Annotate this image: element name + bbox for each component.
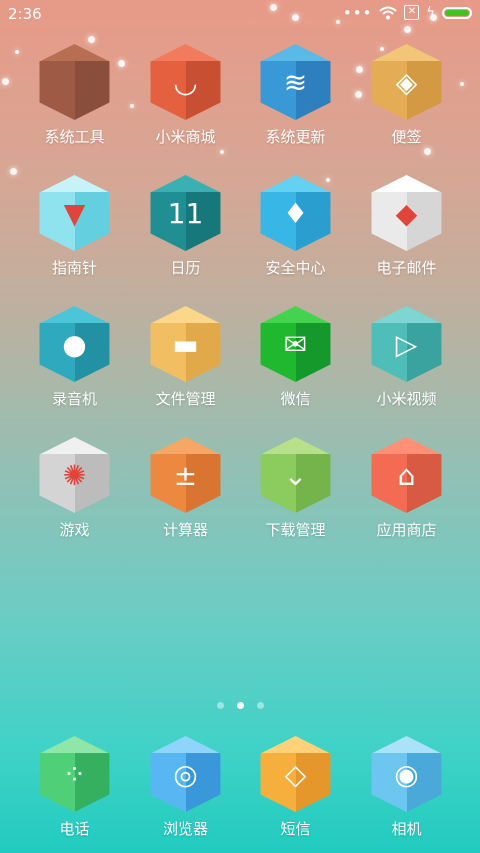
app-label: 录音机 [51, 390, 97, 408]
download-icon: ⌄ [260, 437, 331, 513]
app-sms[interactable]: ◇ 短信 [240, 732, 351, 852]
app-label: 短信 [280, 820, 311, 838]
calendar-icon: 11 [150, 175, 221, 251]
app-notes[interactable]: ◈ 便签 [351, 40, 462, 160]
app-label: 小米商城 [155, 128, 216, 146]
app-label: 小米视频 [376, 390, 437, 408]
clock: 2:36 [8, 5, 42, 23]
app-email[interactable]: ◆ 电子邮件 [351, 171, 462, 291]
app-label: 安全中心 [265, 259, 326, 277]
compass-icon: ▼ [39, 175, 110, 251]
page-dot[interactable] [216, 702, 224, 709]
app-calendar[interactable]: 11 日历 [130, 171, 241, 291]
app-update[interactable]: ≋ 系统更新 [240, 40, 351, 160]
app-label: 便签 [391, 128, 422, 146]
app-label: 系统更新 [265, 128, 326, 146]
email-icon: ◆ [371, 175, 442, 251]
notes-icon: ◈ [371, 44, 442, 120]
more-notifications-icon: ••• [342, 3, 373, 22]
charging-icon: ϟ [426, 5, 435, 20]
app-label: 指南针 [51, 259, 97, 277]
app-label: 电子邮件 [376, 259, 437, 277]
app-wechat[interactable]: ✉ 微信 [240, 302, 351, 422]
app-app-store[interactable]: ⌂ 应用商店 [351, 433, 462, 553]
app-label: 下载管理 [265, 521, 326, 539]
app-label: 微信 [280, 390, 311, 408]
mi-store-icon: ◡ [150, 44, 221, 120]
app-security[interactable]: ♦ 安全中心 [240, 171, 351, 291]
app-mi-store[interactable]: ◡ 小米商城 [130, 40, 241, 160]
app-label: 计算器 [162, 521, 208, 539]
battery-icon [442, 6, 472, 19]
app-label: 文件管理 [155, 390, 216, 408]
app-compass[interactable]: ▼ 指南针 [19, 171, 130, 291]
app-label: 日历 [170, 259, 201, 277]
camera-icon: ◉ [371, 736, 442, 812]
app-folder[interactable]: 系统工具 [19, 40, 130, 160]
sms-icon: ◇ [260, 736, 331, 812]
folder-icon [39, 44, 110, 120]
app-label: 浏览器 [162, 820, 208, 838]
app-calculator[interactable]: ± 计算器 [130, 433, 241, 553]
page-indicator [0, 702, 480, 709]
app-browser[interactable]: ◎ 浏览器 [130, 732, 241, 852]
app-download[interactable]: ⌄ 下载管理 [240, 433, 351, 553]
update-icon: ≋ [260, 44, 331, 120]
app-label: 系统工具 [44, 128, 105, 146]
app-label: 电话 [59, 820, 90, 838]
app-label: 应用商店 [376, 521, 437, 539]
app-phone[interactable]: ⁘ 电话 [19, 732, 130, 852]
no-sim-icon: ✕ [404, 5, 420, 20]
app-label: 相机 [391, 820, 422, 838]
game-icon: ✺ [39, 437, 110, 513]
page-dot[interactable] [236, 702, 244, 709]
file-manager-icon: ▬ [150, 306, 221, 382]
app-recorder[interactable]: ● 录音机 [19, 302, 130, 422]
app-store-icon: ⌂ [371, 437, 442, 513]
app-camera[interactable]: ◉ 相机 [351, 732, 462, 852]
wifi-icon [379, 6, 398, 19]
status-bar: 2:36 ••• ✕ ϟ [0, 0, 480, 28]
browser-icon: ◎ [150, 736, 221, 812]
page-dot[interactable] [256, 702, 264, 709]
recorder-icon: ● [39, 306, 110, 382]
phone-icon: ⁘ [39, 736, 110, 812]
app-label: 游戏 [59, 521, 90, 539]
app-game[interactable]: ✺ 游戏 [19, 433, 130, 553]
app-video[interactable]: ▷ 小米视频 [351, 302, 462, 422]
calculator-icon: ± [150, 437, 221, 513]
security-icon: ♦ [260, 175, 331, 251]
app-file-manager[interactable]: ▬ 文件管理 [130, 302, 241, 422]
video-icon: ▷ [371, 306, 442, 382]
wechat-icon: ✉ [260, 306, 331, 382]
